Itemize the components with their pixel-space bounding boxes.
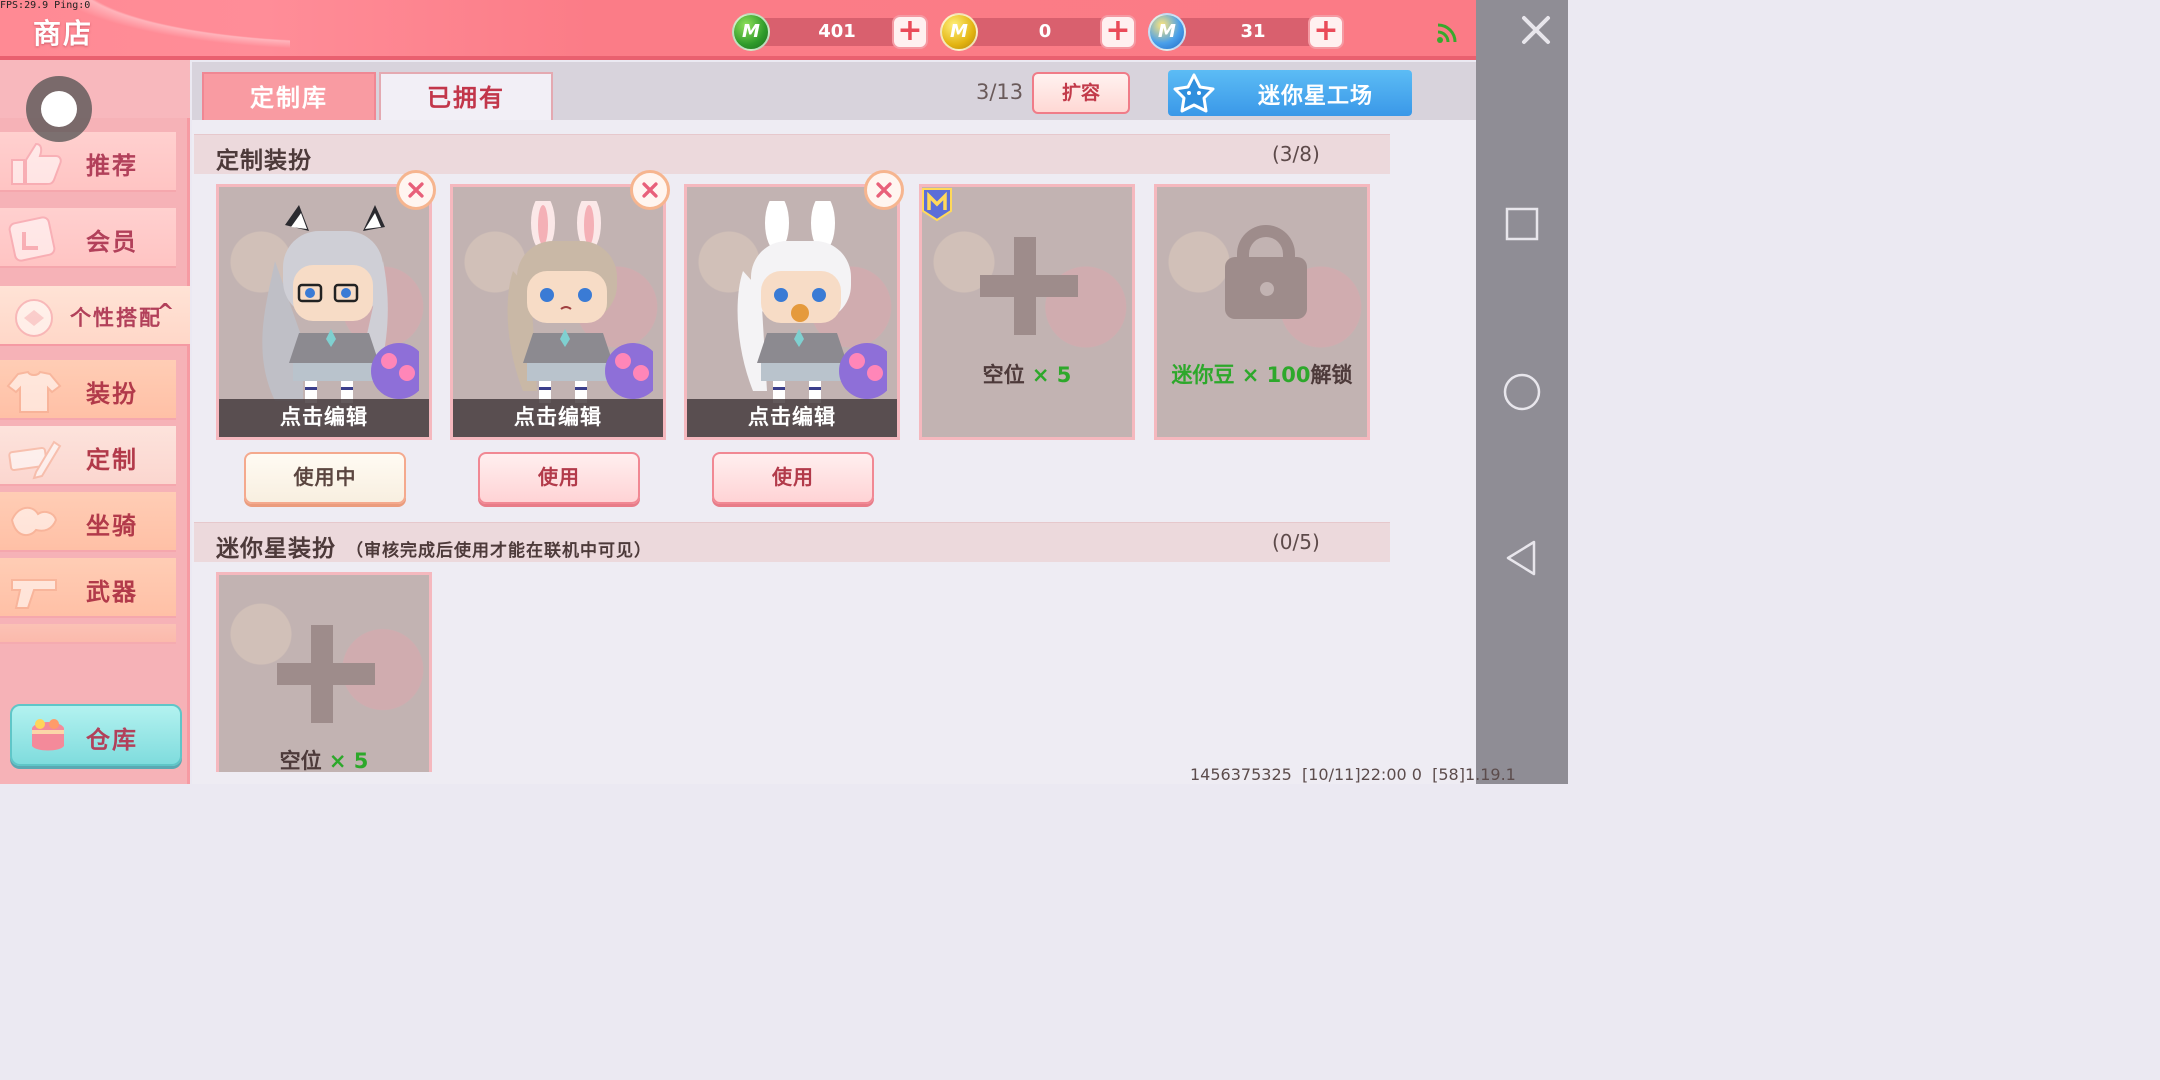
use-button[interactable]: 使用: [712, 452, 874, 504]
revolver-icon: [11, 579, 57, 609]
home-icon[interactable]: [1502, 372, 1542, 412]
gold-coin-icon: M: [940, 13, 978, 51]
style-icon: [15, 299, 53, 337]
star-icon: [1173, 73, 1215, 113]
expand-capacity-button[interactable]: 扩容: [1032, 72, 1130, 114]
chevron-up-icon: ^: [156, 300, 175, 325]
tab-bar: 定制库 已拥有 3/13 扩容 迷你星工场: [192, 62, 1476, 122]
capacity-count: 3/13: [976, 80, 1024, 104]
owned-content: 定制装扮 (3/8) 点击编辑 使用中 点击编辑 使用 点击编辑 使用 空位 ×…: [192, 120, 1476, 784]
sidebar-item-label: 装扮: [86, 380, 138, 408]
plus-icon-bar: [277, 663, 375, 685]
sidebar-item-personal-style[interactable]: 个性搭配 ^: [0, 286, 190, 346]
version: [58]1.19.1: [1432, 765, 1516, 784]
section-title: 定制装扮: [216, 148, 312, 174]
custom-outfit-card-3[interactable]: 点击编辑: [684, 184, 900, 440]
empty-slot-text: 空位 × 5: [982, 363, 1072, 387]
warehouse-label: 仓库: [86, 726, 138, 754]
avatar-white-bunny-girl: [737, 201, 887, 403]
sidebar-item-label: 推荐: [86, 152, 138, 180]
system-nav-bar: [1476, 0, 1568, 784]
add-gold-coin-button[interactable]: +: [1100, 15, 1136, 49]
locked-slot-card[interactable]: 迷你豆 × 100解锁: [1154, 184, 1370, 440]
click-to-edit-label[interactable]: 点击编辑: [453, 399, 663, 437]
server-time: [10/11]22:00 0: [1301, 765, 1422, 784]
warehouse-button[interactable]: 仓库: [10, 704, 182, 766]
category-sidebar: 推荐 会员 个性搭配 ^ 装扮 定制 坐骑 武器 仓库: [0, 60, 190, 784]
mini-star-empty-slot-card[interactable]: 空位 × 5: [216, 572, 432, 772]
use-button[interactable]: 使用: [478, 452, 640, 504]
back-icon[interactable]: [1502, 538, 1542, 578]
sidebar-item-mount[interactable]: 坐骑: [0, 492, 176, 552]
page-title: 商店: [33, 17, 94, 50]
shirt-icon: [6, 370, 62, 413]
custom-outfit-section-header: 定制装扮 (3/8): [194, 134, 1390, 174]
floating-assistant-button[interactable]: [26, 76, 92, 142]
sidebar-item-customize[interactable]: 定制: [0, 426, 176, 486]
sidebar-item-label: 武器: [86, 578, 138, 606]
fps-readout: FPS:29.9 Ping:0: [0, 0, 91, 11]
custom-outfit-card-2[interactable]: 点击编辑: [450, 184, 666, 440]
sidebar-item-label: 坐骑: [86, 512, 138, 540]
delete-icon[interactable]: [630, 170, 670, 210]
avatar-bunny-ear-girl: [507, 201, 653, 403]
warehouse-icon: [32, 719, 64, 751]
recent-apps-icon[interactable]: [1502, 204, 1542, 244]
click-to-edit-label[interactable]: 点击编辑: [219, 399, 429, 437]
custom-outfit-card-1[interactable]: 点击编辑: [216, 184, 432, 440]
empty-slot-text: 空位 × 5: [279, 749, 369, 772]
section-count: (3/8): [1272, 142, 1320, 166]
sidebar-item-vip[interactable]: 会员: [0, 208, 176, 268]
section-count: (0/5): [1272, 530, 1320, 554]
sidebar-item-outfit[interactable]: 装扮: [0, 360, 176, 420]
sidebar-item-label: 会员: [86, 228, 138, 256]
mini-bean-icon: M: [1148, 13, 1186, 51]
sidebar-item-recommend[interactable]: 推荐: [0, 132, 176, 192]
add-mini-bean-button[interactable]: +: [1308, 15, 1344, 49]
click-to-edit-label[interactable]: 点击编辑: [687, 399, 897, 437]
network-signal-icon: [1437, 23, 1457, 43]
saddle-icon: [10, 506, 58, 537]
plus-icon-bar: [980, 275, 1078, 297]
section-title: 迷你星装扮 （审核完成后使用才能在联机中可见）: [216, 536, 652, 562]
empty-slot-card[interactable]: 空位 × 5: [919, 184, 1135, 440]
mini-coin-badge-icon: [922, 188, 952, 222]
pencil-ruler-icon: [8, 440, 62, 480]
tab-custom-library[interactable]: 定制库: [202, 72, 376, 122]
lock-keyhole: [1260, 282, 1274, 296]
mini-star-workshop-button[interactable]: 迷你星工场: [1168, 70, 1412, 116]
close-icon[interactable]: [1516, 10, 1556, 50]
sidebar-item-label: 定制: [86, 446, 138, 474]
avatar-cat-ear-girl: [262, 205, 419, 403]
delete-icon[interactable]: [396, 170, 436, 210]
workshop-label: 迷你星工场: [1258, 84, 1374, 109]
user-id: 1456375325: [1190, 765, 1292, 784]
thumbs-up-icon: [11, 142, 62, 185]
section-note: （审核完成后使用才能在联机中可见）: [346, 541, 652, 561]
in-use-button[interactable]: 使用中: [244, 452, 406, 504]
delete-icon[interactable]: [864, 170, 904, 210]
sidebar-item-weapon[interactable]: 武器: [0, 558, 176, 618]
sidebar-item-partial[interactable]: [0, 624, 176, 644]
tab-owned[interactable]: 已拥有: [379, 72, 553, 122]
build-info: 1456375325 [10/11]22:00 0 [58]1.19.1: [1190, 765, 1516, 784]
unlock-cost-text: 迷你豆 × 100解锁: [1171, 363, 1353, 387]
add-green-coin-button[interactable]: +: [892, 15, 928, 49]
mini-star-outfit-section-header: 迷你星装扮 （审核完成后使用才能在联机中可见） (0/5): [194, 522, 1390, 562]
top-bar: FPS:29.9 Ping:0 商店 401 M + 0 M + 31 M +: [0, 0, 1476, 60]
green-coin-icon: M: [732, 13, 770, 51]
sidebar-item-label: 个性搭配: [70, 306, 162, 330]
vip-card-icon: [8, 216, 56, 262]
